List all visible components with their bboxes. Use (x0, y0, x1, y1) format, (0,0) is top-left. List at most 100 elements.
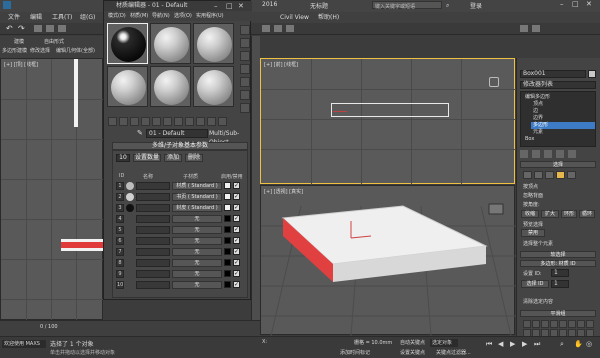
reset-map-icon[interactable] (141, 117, 150, 126)
material-slot-6[interactable] (193, 66, 234, 107)
submaterial-id-field[interactable]: 9 (116, 270, 124, 278)
submaterial-name-field[interactable] (136, 248, 170, 256)
submaterial-button[interactable]: 封皮 ( Standard ) (172, 204, 222, 212)
me-close-button[interactable]: ✕ (238, 1, 244, 11)
submaterial-button[interactable]: 材质 ( Standard ) (172, 182, 222, 190)
submaterial-id-field[interactable]: 6 (116, 237, 124, 245)
get-material-icon[interactable] (108, 117, 117, 126)
key-filters-button[interactable]: 关键点过滤器... (436, 349, 471, 356)
ribbon-sub-modsel[interactable]: 修改选择 (30, 47, 50, 54)
minimize-button[interactable]: – (560, 0, 564, 8)
submaterial-button[interactable]: 无 (172, 281, 222, 289)
modifier-list-dropdown[interactable]: 修改器列表 (520, 81, 596, 89)
go-to-start-icon[interactable]: ⏮ (486, 340, 492, 349)
menu-group[interactable]: 组(G) (80, 12, 95, 23)
submaterial-enable-checkbox[interactable]: ✓ (233, 248, 240, 255)
material-slot-1[interactable] (107, 23, 148, 64)
ring-button[interactable]: 环形 (561, 210, 577, 218)
redo-icon[interactable]: ↷ (18, 24, 25, 33)
max-logo-icon[interactable] (3, 1, 11, 9)
toolbar-icon-d[interactable] (520, 25, 528, 32)
submaterial-color-swatch[interactable] (224, 270, 231, 277)
material-id-icon[interactable] (174, 117, 183, 126)
show-map-icon[interactable] (185, 117, 194, 126)
toolbar-icon-c[interactable] (286, 25, 294, 32)
pan-icon[interactable]: ✋ (574, 340, 583, 348)
submaterial-name-field[interactable] (136, 270, 170, 278)
me-menu-mode[interactable]: 模式(D) (108, 11, 126, 21)
submaterial-name-field[interactable] (136, 182, 170, 190)
go-forward-sibling-icon[interactable] (218, 117, 227, 126)
submaterial-button[interactable]: 无 (172, 226, 222, 234)
submaterial-button[interactable]: 无 (172, 248, 222, 256)
select-id-field[interactable]: 1 (551, 280, 569, 288)
material-slot-3[interactable] (193, 23, 234, 64)
submaterial-enable-checkbox[interactable]: ✓ (233, 204, 240, 211)
modifier-stack-item[interactable]: 编辑多边形 (523, 94, 595, 101)
ribbon-tab-modeling[interactable]: 建模 (14, 38, 24, 45)
add-button[interactable]: 添加 (164, 154, 182, 162)
undo-icon[interactable]: ↶ (6, 24, 13, 33)
smoothing-group-button[interactable] (532, 320, 540, 328)
submaterial-button[interactable]: 无 (172, 259, 222, 267)
modifier-stack-item[interactable]: 多边形 (531, 122, 595, 129)
play-icon[interactable]: ▶ (510, 340, 515, 348)
smoothing-group-button[interactable] (568, 320, 576, 328)
shrink-button[interactable]: 收缩 (521, 210, 539, 218)
submaterial-color-swatch[interactable] (224, 237, 231, 244)
object-color-swatch[interactable] (588, 70, 596, 78)
menu-edit[interactable]: 编辑 (30, 12, 42, 23)
submaterial-button[interactable]: 无 (172, 270, 222, 278)
submaterial-name-field[interactable] (136, 204, 170, 212)
modifier-stack-item[interactable]: 顶点 (531, 101, 595, 108)
submaterial-color-swatch[interactable] (224, 193, 231, 200)
modifier-stack-item[interactable]: 边 (531, 108, 595, 115)
submaterial-button[interactable]: 书页 ( Standard ) (172, 193, 222, 201)
viewcube-icon[interactable] (489, 77, 499, 87)
toolbar-icon-a[interactable] (262, 25, 270, 32)
submaterial-color-swatch[interactable] (224, 182, 231, 189)
make-unique-icon[interactable] (152, 117, 161, 126)
background-icon[interactable] (240, 51, 250, 61)
submaterial-color-swatch[interactable] (224, 259, 231, 266)
search-icon[interactable]: ⌕ (446, 2, 449, 10)
toolbar-icon-e[interactable] (532, 25, 540, 32)
backlight-icon[interactable] (240, 38, 250, 48)
options-icon[interactable] (240, 103, 250, 113)
material-name-field[interactable]: 01 - Default (146, 129, 208, 138)
submaterial-id-field[interactable]: 10 (116, 281, 124, 289)
smoothing-group-button[interactable] (541, 320, 549, 328)
submaterial-color-swatch[interactable] (224, 248, 231, 255)
submaterial-enable-checkbox[interactable]: ✓ (233, 182, 240, 189)
unlink-icon[interactable] (46, 25, 54, 32)
submaterial-id-field[interactable]: 2 (116, 193, 124, 201)
me-menu-navigate[interactable]: 导航(N) (152, 11, 170, 21)
delete-button[interactable]: 删除 (185, 154, 203, 162)
sample-type-icon[interactable] (240, 25, 250, 35)
by-vertex-label[interactable]: 按顶点 (523, 183, 538, 190)
viewport-left-label[interactable]: [+] [顶] [线框] (4, 61, 38, 68)
me-menu-options[interactable]: 选项(O) (174, 11, 192, 21)
object-name-field[interactable]: Box001 (520, 70, 586, 78)
submaterial-id-field[interactable]: 4 (116, 215, 124, 223)
login-button[interactable]: 登录 (470, 1, 482, 10)
me-menu-utilities[interactable]: 实用程序(U) (196, 11, 224, 21)
next-frame-icon[interactable]: ▶ (522, 340, 527, 348)
me-menu-material[interactable]: 材质(M) (130, 11, 148, 21)
submaterial-button[interactable]: 无 (172, 215, 222, 223)
smoothing-group-button[interactable] (577, 320, 585, 328)
prev-frame-icon[interactable]: ◀ (498, 340, 503, 348)
select-element-label[interactable]: 选择整个元素 (523, 240, 553, 247)
auto-key-label[interactable]: 自动关键点 (400, 339, 425, 346)
search-input[interactable]: 键入关键字或短语 (372, 1, 442, 10)
selected-object-dropdown[interactable]: 选定对象 (430, 339, 458, 347)
submaterial-id-field[interactable]: 5 (116, 226, 124, 234)
loop-button[interactable]: 循环 (579, 210, 595, 218)
submaterial-enable-checkbox[interactable]: ✓ (233, 270, 240, 277)
viewport-left[interactable]: [+] [顶] [线框] (0, 58, 104, 321)
submaterial-enable-checkbox[interactable]: ✓ (233, 215, 240, 222)
submaterial-button[interactable]: 无 (172, 237, 222, 245)
video-check-icon[interactable] (240, 77, 250, 87)
ignore-backfacing-label[interactable]: 忽略背面 (523, 192, 543, 199)
polygon-mode-icon[interactable] (556, 171, 565, 179)
